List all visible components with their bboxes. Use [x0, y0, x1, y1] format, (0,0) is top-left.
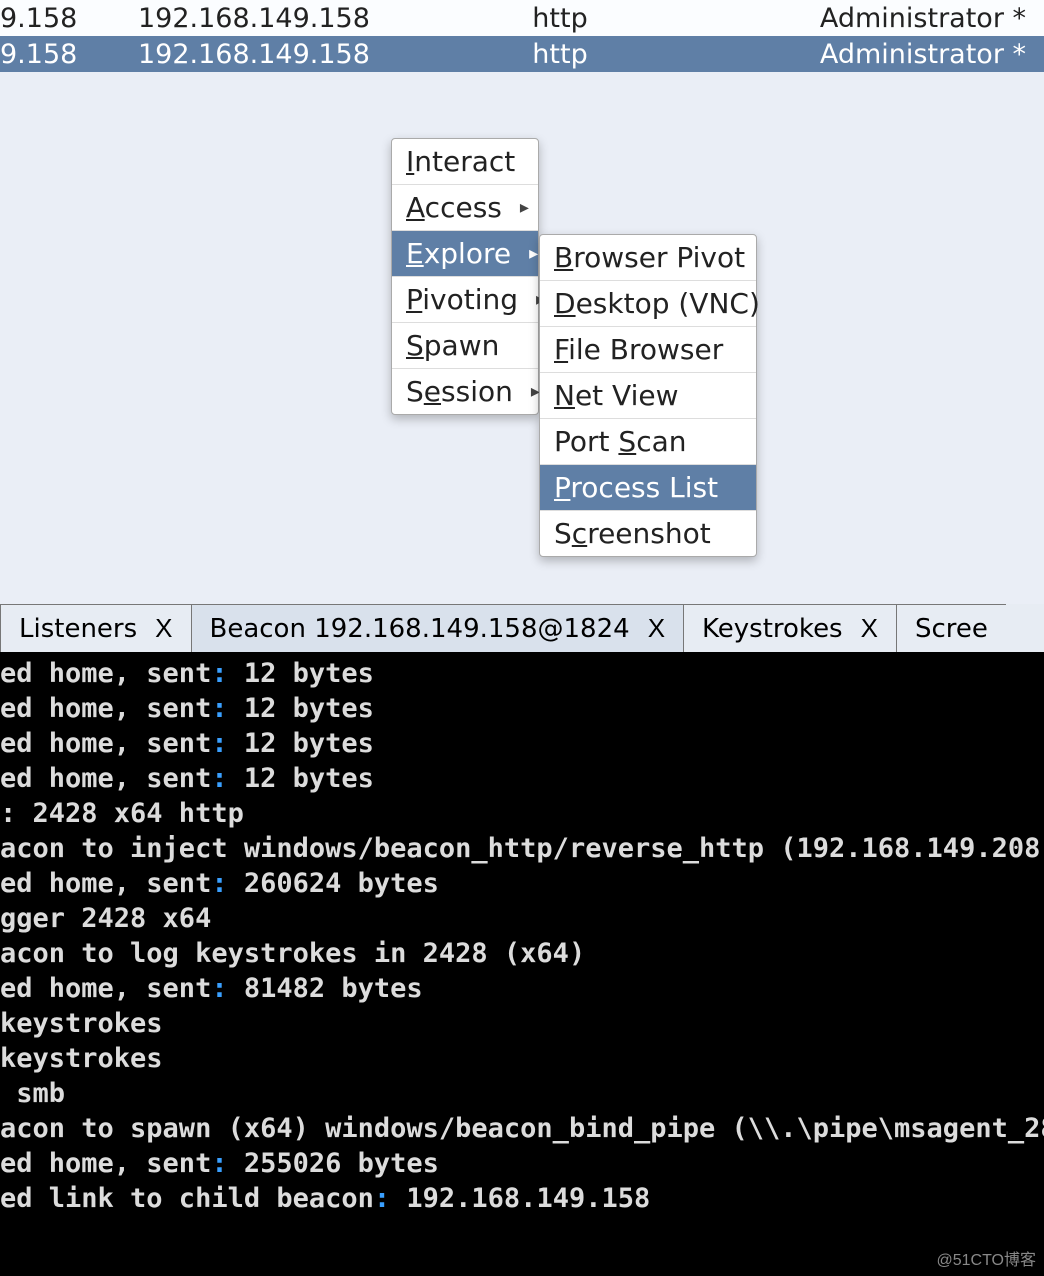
console-line: acon to inject windows/beacon_http/rever…: [0, 831, 1044, 866]
session-user: Administrator *: [694, 39, 1044, 70]
submenu-item-label: Desktop (VNC): [554, 287, 760, 320]
menu-item-label: Spawn: [406, 329, 499, 362]
submenu-item-browser-pivot[interactable]: Browser Pivot: [540, 235, 756, 281]
console-line: ed home, sent: 255026 bytes: [0, 1146, 1044, 1181]
submenu-item-net-view[interactable]: Net View: [540, 373, 756, 419]
tab-label: Scree: [915, 614, 988, 644]
console-line: ed link to child beacon: 192.168.149.158: [0, 1181, 1044, 1216]
tab-beacon-192-168-149-158-1824[interactable]: Beacon 192.168.149.158@1824 X: [191, 604, 685, 652]
submenu-item-label: Net View: [554, 379, 679, 412]
tab-label: Beacon 192.168.149.158@1824: [210, 614, 630, 644]
menu-item-access[interactable]: Access ▸: [392, 185, 538, 231]
submenu-item-port-scan[interactable]: Port Scan: [540, 419, 756, 465]
console-line: ed home, sent: 12 bytes: [0, 656, 1044, 691]
tab-keystrokes[interactable]: Keystrokes X: [683, 604, 897, 652]
beacon-console[interactable]: ed home, sent: 12 bytesed home, sent: 12…: [0, 652, 1044, 1276]
console-line: ed home, sent: 12 bytes: [0, 691, 1044, 726]
submenu-item-file-browser[interactable]: File Browser: [540, 327, 756, 373]
tab-scree[interactable]: Scree: [896, 604, 1006, 652]
console-line: gger 2428 x64: [0, 901, 1044, 936]
context-menu[interactable]: Interact Access ▸ Explore ▸ Pivoting▸ Spawn Ses…: [391, 138, 539, 415]
tab-bar: ListenersXBeacon 192.168.149.158@1824XKe…: [0, 604, 1044, 652]
menu-item-label: Access: [406, 191, 502, 224]
submenu-arrow-icon: ▸: [520, 197, 529, 218]
submenu-item-label: File Browser: [554, 333, 723, 366]
submenu-item-label: Browser Pivot: [554, 241, 745, 274]
menu-item-interact[interactable]: Interact: [392, 139, 538, 185]
console-line: keystrokes: [0, 1006, 1044, 1041]
menu-item-session[interactable]: Session▸: [392, 369, 538, 414]
context-submenu-explore[interactable]: Browser Pivot Desktop (VNC) File Browser Ne…: [539, 234, 757, 557]
tab-label: Keystrokes: [702, 614, 843, 644]
menu-item-label: Pivoting: [406, 283, 518, 316]
session-row[interactable]: 9.158192.168.149.158httpAdministrator *: [0, 36, 1044, 72]
console-line: acon to log keystrokes in 2428 (x64): [0, 936, 1044, 971]
submenu-item-process-list[interactable]: Process List: [540, 465, 756, 511]
submenu-item-desktop-vnc-[interactable]: Desktop (VNC): [540, 281, 756, 327]
console-line: ed home, sent: 260624 bytes: [0, 866, 1044, 901]
session-table: 9.158192.168.149.158httpAdministrator *9…: [0, 0, 1044, 72]
upper-pane: Interact Access ▸ Explore ▸ Pivoting▸ Spawn Ses…: [0, 72, 1044, 654]
menu-item-explore[interactable]: Explore ▸: [392, 231, 538, 277]
session-ip-a: 9.158: [0, 39, 138, 70]
menu-item-label: Session: [406, 375, 513, 408]
session-user: Administrator *: [694, 3, 1044, 34]
session-ip-b: 192.168.149.158: [138, 3, 426, 34]
tab-close-icon[interactable]: X: [648, 613, 665, 644]
submenu-arrow-icon: ▸: [529, 243, 538, 264]
console-line: ed home, sent: 81482 bytes: [0, 971, 1044, 1006]
session-protocol: http: [426, 3, 694, 34]
tab-listeners[interactable]: Listeners X: [0, 604, 192, 652]
menu-item-spawn[interactable]: Spawn: [392, 323, 538, 369]
watermark: @51CTO博客: [936, 1246, 1036, 1270]
console-line: : 2428 x64 http: [0, 796, 1044, 831]
submenu-item-label: Port Scan: [554, 425, 687, 458]
tab-close-icon[interactable]: X: [155, 613, 172, 644]
console-line: acon to spawn (x64) windows/beacon_bind_…: [0, 1111, 1044, 1146]
menu-item-label: Interact: [406, 145, 515, 178]
console-line: keystrokes: [0, 1041, 1044, 1076]
submenu-item-label: Screenshot: [554, 517, 711, 550]
session-protocol: http: [426, 39, 694, 70]
session-ip-b: 192.168.149.158: [138, 39, 426, 70]
console-line: smb: [0, 1076, 1044, 1111]
submenu-item-screenshot[interactable]: Screenshot: [540, 511, 756, 556]
submenu-item-label: Process List: [554, 471, 718, 504]
session-ip-a: 9.158: [0, 3, 138, 34]
console-line: ed home, sent: 12 bytes: [0, 761, 1044, 796]
tab-label: Listeners: [19, 614, 137, 644]
tab-close-icon[interactable]: X: [861, 613, 878, 644]
menu-item-label: Explore: [406, 237, 511, 270]
menu-item-pivoting[interactable]: Pivoting▸: [392, 277, 538, 323]
console-line: ed home, sent: 12 bytes: [0, 726, 1044, 761]
session-row[interactable]: 9.158192.168.149.158httpAdministrator *: [0, 0, 1044, 36]
